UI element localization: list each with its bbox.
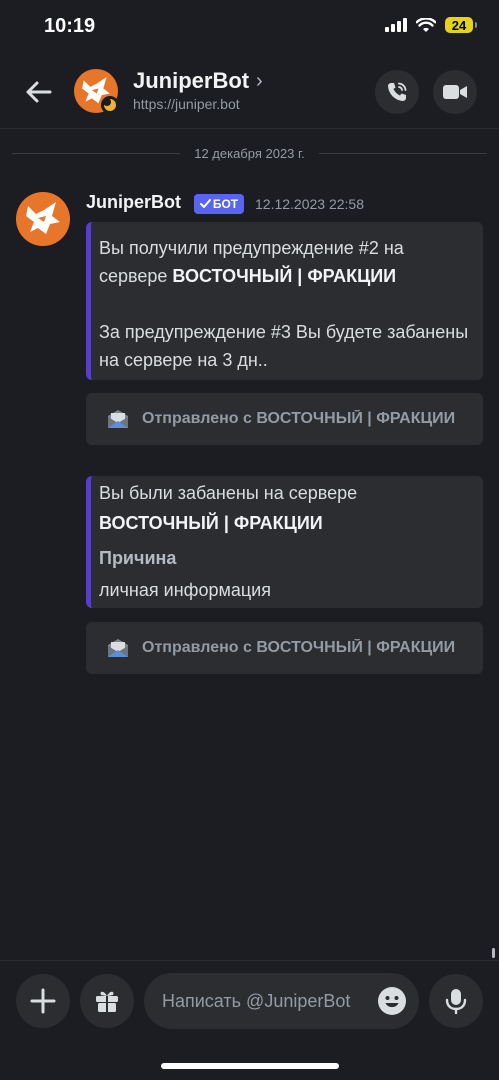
header-divider	[0, 128, 499, 129]
status-icons: 24	[385, 17, 477, 33]
cellular-signal-icon	[385, 18, 407, 32]
idle-status-indicator	[101, 96, 119, 114]
scrollbar[interactable]	[492, 948, 495, 958]
chat-header: JuniperBot › https://juniper.bot	[0, 60, 499, 124]
video-call-button[interactable]	[433, 70, 477, 114]
checkmark-icon	[199, 199, 211, 208]
gift-button[interactable]	[80, 974, 134, 1028]
message-author[interactable]: JuniperBot	[86, 192, 181, 213]
gift-icon	[96, 991, 118, 1012]
video-camera-icon	[443, 85, 467, 99]
embed-server-name: ВОСТОЧНЫЙ | ФРАКЦИИ	[172, 266, 397, 286]
plus-icon	[30, 988, 56, 1014]
voice-call-button[interactable]	[375, 70, 419, 114]
source-server-link[interactable]: Отправлено с ВОСТОЧНЫЙ | ФРАКЦИИ	[86, 622, 483, 674]
add-attachment-button[interactable]	[16, 974, 70, 1028]
embed-title: Вы были забанены на сервере ВОСТОЧНЫЙ | …	[99, 477, 471, 538]
source-label: Отправлено с ВОСТОЧНЫЙ | ФРАКЦИИ	[142, 410, 456, 427]
composer-divider	[0, 960, 499, 961]
status-time: 10:19	[44, 15, 96, 37]
header-title[interactable]: JuniperBot	[133, 68, 249, 94]
envelope-icon	[108, 410, 128, 428]
envelope-icon	[108, 639, 128, 657]
embed-warning-text: За предупреждение #3 Вы будете забанены …	[99, 322, 469, 370]
source-label: Отправлено с ВОСТОЧНЫЙ | ФРАКЦИИ	[142, 639, 456, 656]
message-input-placeholder: Написать @JuniperBot	[162, 990, 351, 1011]
fox-logo-icon	[26, 202, 60, 234]
embed-title-text: Вы были забанены на сервере	[99, 483, 358, 503]
wifi-icon	[416, 17, 436, 32]
message-timestamp: 12.12.2023 22:58	[255, 196, 364, 212]
battery-icon: 24	[445, 17, 477, 33]
warning-embed: Вы получили предупреждение #2 на сервере…	[86, 222, 483, 380]
bot-badge: БОТ	[194, 194, 244, 214]
source-server-link[interactable]: Отправлено с ВОСТОЧНЫЙ | ФРАКЦИИ	[86, 393, 483, 445]
date-separator-label: 12 декабря 2023 г.	[194, 145, 305, 161]
embed-field-name: Причина	[99, 548, 177, 568]
home-indicator[interactable]	[161, 1063, 339, 1069]
message-avatar[interactable]	[16, 192, 70, 246]
arrow-left-icon	[26, 81, 52, 103]
microphone-icon	[445, 989, 467, 1015]
status-bar: 10:19 24	[0, 0, 499, 52]
back-button[interactable]	[20, 74, 56, 110]
emoji-icon[interactable]	[377, 986, 407, 1016]
chevron-right-icon[interactable]: ›	[256, 70, 263, 93]
header-subtitle: https://juniper.bot	[133, 96, 240, 112]
ban-embed: Вы были забанены на сервере ВОСТОЧНЫЙ | …	[86, 476, 483, 608]
embed-field-value: личная информация	[99, 580, 271, 600]
message-input[interactable]: Написать @JuniperBot	[144, 973, 419, 1029]
phone-call-icon	[388, 82, 407, 101]
separator-line	[318, 152, 488, 154]
embed-server-name: ВОСТОЧНЫЙ | ФРАКЦИИ	[99, 513, 323, 533]
separator-line	[12, 152, 181, 154]
bot-badge-label: БОТ	[212, 197, 239, 211]
date-separator: 12 декабря 2023 г.	[12, 145, 488, 161]
voice-message-button[interactable]	[429, 974, 483, 1028]
